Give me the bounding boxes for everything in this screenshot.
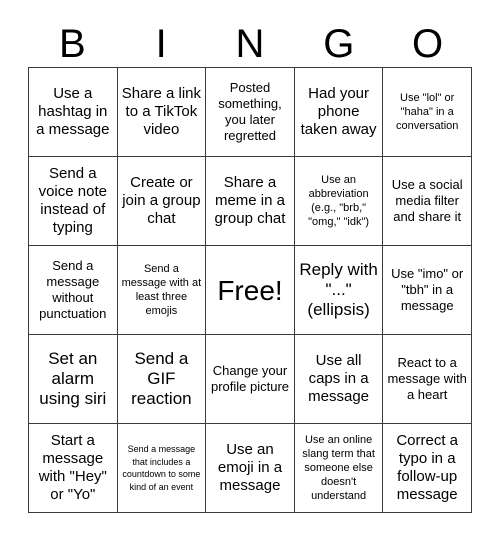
- bingo-cell-r3-c5[interactable]: Use "imo" or "tbh" in a message: [383, 246, 472, 335]
- header-letter-o: O: [412, 22, 444, 66]
- bingo-cell-label: Use an emoji in a message: [217, 441, 283, 494]
- bingo-cell-label: Use "lol" or "haha" in a conversation: [396, 92, 459, 132]
- bingo-cell-label: Change your profile picture: [210, 363, 290, 394]
- bingo-cell-r2-c1[interactable]: Send a voice note instead of typing: [29, 157, 118, 246]
- bingo-cell-r3-c4[interactable]: Reply with "..." (ellipsis): [294, 246, 384, 335]
- bingo-cell-label: Share a link to a TikTok video: [121, 85, 201, 138]
- bingo-card: B I N G O Use a hashtag in a message Shar…: [0, 0, 500, 544]
- bingo-cell-r1-c1[interactable]: Use a hashtag in a message: [29, 68, 118, 157]
- bingo-cell-r4-c1[interactable]: Set an alarm using siri: [29, 335, 118, 424]
- bingo-cell-label: Use a hashtag in a message: [36, 85, 110, 138]
- bingo-cell-r2-c4[interactable]: Use an abbreviation (e.g., "brb," "omg,"…: [294, 157, 384, 246]
- bingo-cell-label: Send a GIF reaction: [131, 349, 192, 408]
- header-letter-n: N: [235, 22, 265, 66]
- bingo-cell-label: Start a message with "Hey" or "Yo": [38, 432, 107, 503]
- bingo-cell-label: Posted something, you later regretted: [218, 80, 282, 143]
- header-letter-i: I: [155, 22, 167, 66]
- header-letter-b: B: [59, 22, 86, 66]
- bingo-cell-r5-c2[interactable]: Send a message that includes a countdown…: [117, 424, 207, 513]
- bingo-cell-r4-c2[interactable]: Send a GIF reaction: [117, 335, 207, 424]
- bingo-cell-r1-c4[interactable]: Had your phone taken away: [294, 68, 384, 157]
- bingo-cell-label: Use an abbreviation (e.g., "brb," "omg,"…: [308, 174, 370, 228]
- bingo-cell-r4-c3[interactable]: Change your profile picture: [206, 335, 295, 424]
- bingo-cell-r1-c3[interactable]: Posted something, you later regretted: [206, 68, 295, 157]
- bingo-cell-label: Share a meme in a group chat: [214, 174, 286, 227]
- bingo-cell-label: Send a message with at least three emoji…: [121, 263, 202, 317]
- bingo-cell-r4-c4[interactable]: Use all caps in a message: [294, 335, 384, 424]
- bingo-cell-free-space[interactable]: Free!: [206, 246, 295, 335]
- bingo-cell-label: Use "imo" or "tbh" in a message: [391, 266, 464, 313]
- bingo-cell-r2-c2[interactable]: Create or join a group chat: [117, 157, 207, 246]
- bingo-cell-r1-c2[interactable]: Share a link to a TikTok video: [117, 68, 207, 157]
- bingo-header-row: B I N G O: [28, 22, 472, 67]
- bingo-cell-label: Create or join a group chat: [122, 174, 201, 227]
- bingo-cell-r5-c5[interactable]: Correct a typo in a follow-up message: [383, 424, 472, 513]
- bingo-cell-label: Had your phone taken away: [300, 85, 377, 138]
- bingo-cell-label: Use all caps in a message: [308, 352, 370, 405]
- bingo-cell-label: Use a social media filter and share it: [391, 177, 463, 224]
- bingo-cell-label: Use an online slang term that someone el…: [302, 434, 375, 502]
- bingo-cell-r5-c3[interactable]: Use an emoji in a message: [206, 424, 295, 513]
- bingo-grid: Use a hashtag in a message Share a link t…: [28, 67, 472, 513]
- bingo-cell-r3-c1[interactable]: Send a message without punctuation: [29, 246, 118, 335]
- bingo-cell-label: Free!: [217, 274, 283, 306]
- header-letter-g: G: [323, 22, 355, 66]
- bingo-cell-r5-c1[interactable]: Start a message with "Hey" or "Yo": [29, 424, 118, 513]
- bingo-cell-label: Set an alarm using siri: [39, 349, 107, 408]
- bingo-cell-label: Correct a typo in a follow-up message: [396, 432, 459, 503]
- bingo-cell-label: Reply with "..." (ellipsis): [299, 260, 378, 319]
- bingo-cell-r5-c4[interactable]: Use an online slang term that someone el…: [294, 424, 384, 513]
- bingo-cell-r2-c3[interactable]: Share a meme in a group chat: [206, 157, 295, 246]
- bingo-cell-label: Send a message that includes a countdown…: [122, 444, 201, 492]
- bingo-cell-r4-c5[interactable]: React to a message with a heart: [383, 335, 472, 424]
- bingo-cell-r3-c2[interactable]: Send a message with at least three emoji…: [117, 246, 207, 335]
- bingo-cell-r1-c5[interactable]: Use "lol" or "haha" in a conversation: [383, 68, 472, 157]
- bingo-cell-label: React to a message with a heart: [387, 355, 467, 402]
- bingo-cell-label: Send a message without punctuation: [39, 258, 107, 321]
- bingo-cell-label: Send a voice note instead of typing: [38, 165, 107, 236]
- bingo-cell-r2-c5[interactable]: Use a social media filter and share it: [383, 157, 472, 246]
